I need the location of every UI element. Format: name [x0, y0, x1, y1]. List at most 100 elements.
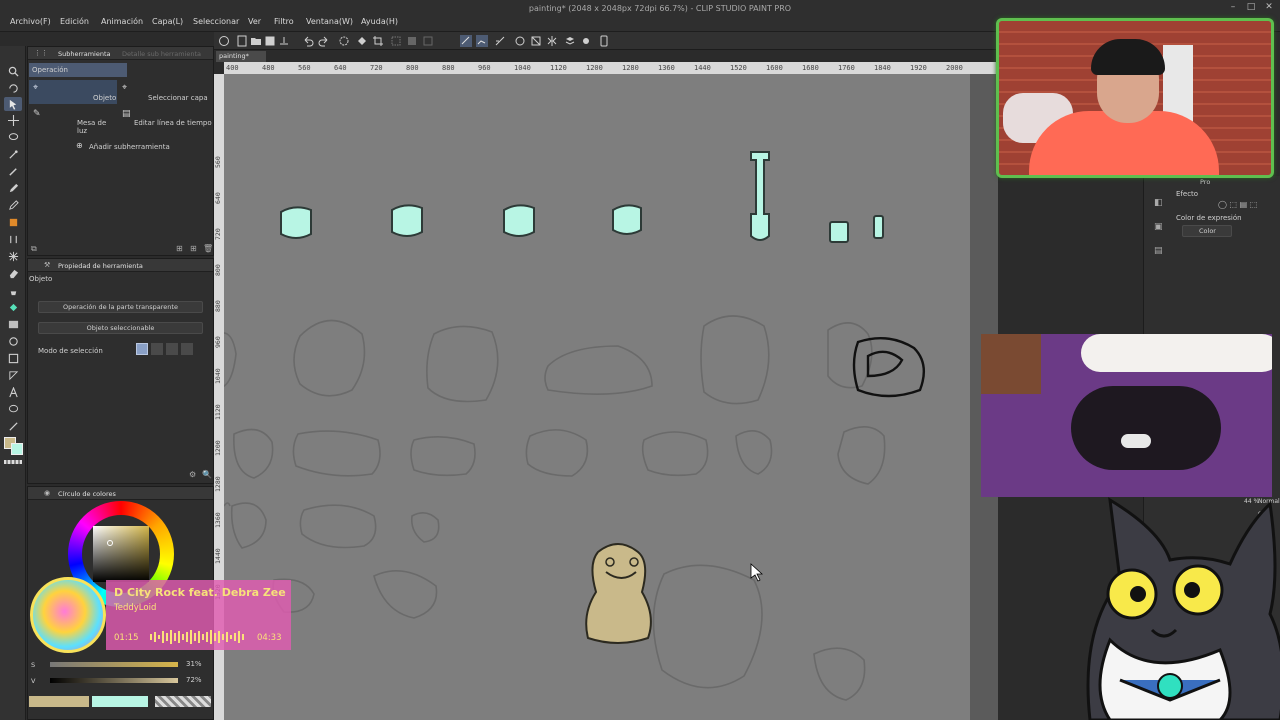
fill-selection-icon[interactable]: [356, 35, 368, 47]
menu-ventana[interactable]: Ventana(W): [306, 17, 353, 26]
subtool-group-operation[interactable]: Operación: [29, 63, 127, 77]
wrench-settings-icon[interactable]: ⚙: [189, 470, 196, 479]
gradient-tool-button[interactable]: [4, 317, 22, 331]
sub-color-swatch[interactable]: [11, 443, 23, 455]
copy-subtool-icon[interactable]: ⊞: [190, 244, 197, 253]
blend-tool-button[interactable]: [4, 283, 22, 297]
selection-mode-add-button[interactable]: [151, 343, 163, 355]
tab-subtool-detail[interactable]: Detalle sub herramienta: [122, 50, 201, 58]
saturation-slider[interactable]: [50, 662, 178, 667]
minimize-button[interactable]: –: [1226, 1, 1240, 13]
canvas-tab[interactable]: painting*: [216, 51, 266, 62]
transparent-color-chip[interactable]: [155, 696, 211, 707]
frame-tool-button[interactable]: [4, 351, 22, 365]
maximize-button[interactable]: □: [1244, 1, 1258, 13]
tab-tool-property[interactable]: Propiedad de herramienta: [58, 262, 143, 270]
snap-special-ruler-icon[interactable]: [476, 35, 488, 47]
operation-tool-button[interactable]: [4, 97, 22, 111]
transparent-operation-dropdown[interactable]: Operación de la parte transparente: [38, 301, 203, 313]
clear-icon[interactable]: [338, 35, 350, 47]
correct-line-tool-button[interactable]: [4, 419, 22, 433]
app-title: painting* (2048 x 2048px 72dpi 66.7%) - …: [528, 4, 792, 13]
selection-mode-subtract-button[interactable]: [166, 343, 178, 355]
color-picker-cmd-icon[interactable]: [514, 35, 526, 47]
layer-settings-icon[interactable]: [564, 35, 576, 47]
layer-list-icon[interactable]: ▤: [1154, 246, 1163, 256]
rotate-tool-button[interactable]: [4, 81, 22, 95]
subtool-seleccionar-capa[interactable]: ⌖ Seleccionar capa: [120, 80, 212, 104]
panel-grip-icon: ⋮⋮: [34, 49, 48, 57]
subtool-editar-linea-de-tiempo[interactable]: ▤ Editar línea de tiempo: [120, 107, 214, 131]
add-subtool-button[interactable]: ⊕ Añadir subherramienta: [76, 141, 176, 153]
tan-character-sketch: [585, 543, 652, 644]
tab-subtool[interactable]: Subherramienta: [58, 50, 111, 58]
airbrush-tool-button[interactable]: [4, 232, 22, 246]
text-tool-button[interactable]: [4, 385, 22, 399]
menu-seleccionar[interactable]: Seleccionar: [193, 17, 239, 26]
menu-animacion[interactable]: Animación: [101, 17, 143, 26]
menu-ayuda[interactable]: Ayuda(H): [361, 17, 398, 26]
transform-icon[interactable]: [530, 35, 542, 47]
tab-color-wheel[interactable]: Círculo de colores: [58, 490, 116, 498]
menu-filtro[interactable]: Filtro: [274, 17, 294, 26]
move-layer-tool-button[interactable]: [4, 113, 22, 127]
subtool-settings-icon[interactable]: ⧉: [31, 244, 37, 254]
pencil-tool-button[interactable]: [4, 198, 22, 212]
open-folder-icon[interactable]: [250, 35, 262, 47]
track-total: 04:33: [257, 633, 282, 643]
lasso-tool-button[interactable]: [4, 130, 22, 144]
canvas[interactable]: [224, 74, 970, 720]
transparent-color-swatch[interactable]: [4, 460, 22, 464]
duplicate-subtool-icon[interactable]: ⊞: [176, 244, 183, 253]
smartphone-icon[interactable]: [598, 35, 610, 47]
menu-capa[interactable]: Capa(L): [152, 17, 183, 26]
color-picker-handle[interactable]: [107, 540, 113, 546]
pen-tool-button[interactable]: [4, 181, 22, 195]
ruler-tool-button[interactable]: [4, 368, 22, 382]
subtool-objeto[interactable]: ⌖ Objeto: [29, 80, 117, 104]
main-color-chip[interactable]: [29, 696, 89, 707]
reference-layer-icon[interactable]: [580, 35, 592, 47]
magic-wand-tool-button[interactable]: [4, 147, 22, 161]
subtool-mesa-de-luz[interactable]: ✎ Mesa de luz: [29, 107, 117, 135]
zoom-tool-button[interactable]: [4, 64, 22, 78]
menu-ver[interactable]: Ver: [248, 17, 261, 26]
figure-tool-button[interactable]: [4, 334, 22, 348]
eyedropper-tool-button[interactable]: [4, 164, 22, 178]
close-window-button[interactable]: ✕: [1262, 1, 1276, 13]
tab-layer-property[interactable]: Pro: [1200, 178, 1210, 186]
balloon-tool-button[interactable]: [4, 402, 22, 416]
selection-mode-new-button[interactable]: [136, 343, 148, 355]
fill-tool-button[interactable]: [4, 300, 22, 314]
sub-color-chip[interactable]: [92, 696, 148, 707]
show-selection-icon[interactable]: [422, 35, 434, 47]
selection-mode-intersect-button[interactable]: [181, 343, 193, 355]
camera-icon[interactable]: ◧: [1154, 198, 1163, 208]
brush-tool-button[interactable]: [4, 215, 22, 229]
flip-icon[interactable]: [546, 35, 558, 47]
deselect-icon[interactable]: [390, 35, 402, 47]
export-icon[interactable]: [278, 35, 290, 47]
clip-studio-icon[interactable]: [218, 35, 230, 47]
delete-subtool-icon[interactable]: 🗑: [203, 244, 213, 253]
undo-icon[interactable]: [302, 35, 314, 47]
snap-grid-icon[interactable]: [494, 35, 506, 47]
snap-ruler-icon[interactable]: [460, 35, 472, 47]
ruler-left-label: 1360: [214, 512, 222, 528]
redo-icon[interactable]: [318, 35, 330, 47]
menu-edicion[interactable]: Edición: [60, 17, 89, 26]
invert-selection-icon[interactable]: [406, 35, 418, 47]
menu-archivo[interactable]: Archivo(F): [10, 17, 51, 26]
new-file-icon[interactable]: [236, 35, 248, 47]
effect-buttons[interactable]: ◯ ⬚ ▤ ⬚: [1218, 200, 1270, 210]
selectable-object-dropdown[interactable]: Objeto seleccionable: [38, 322, 203, 334]
layer-stack-icon[interactable]: ▣: [1154, 222, 1163, 232]
eraser-tool-button[interactable]: [4, 266, 22, 280]
value-slider[interactable]: [50, 678, 178, 683]
expression-color-dropdown[interactable]: Color: [1182, 225, 1232, 237]
save-icon[interactable]: [264, 35, 276, 47]
search-property-icon[interactable]: 🔍: [202, 470, 212, 479]
decoration-tool-button[interactable]: [4, 249, 22, 263]
saturation-value-square[interactable]: [93, 526, 149, 582]
crop-icon[interactable]: [372, 35, 384, 47]
